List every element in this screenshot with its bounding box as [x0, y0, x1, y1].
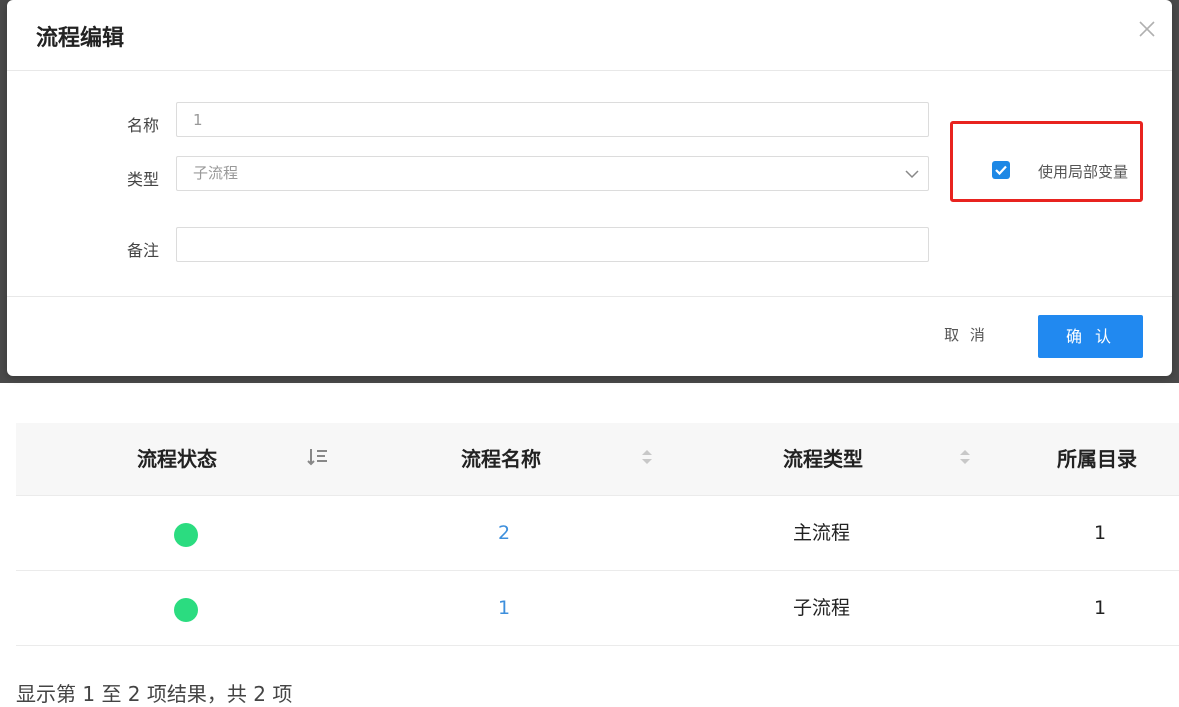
modal-title: 流程编辑 — [36, 26, 125, 51]
remark-input[interactable] — [176, 227, 929, 262]
header-type[interactable]: 流程类型 — [783, 423, 863, 495]
modal-footer: 取 消 确 认 — [7, 296, 1172, 377]
sort-descending-icon[interactable] — [306, 445, 330, 469]
process-name-link[interactable]: 1 — [498, 571, 510, 645]
table-row: 1 子流程 1 — [16, 571, 1179, 646]
process-directory: 1 — [1094, 522, 1107, 544]
process-type: 主流程 — [793, 522, 851, 544]
remark-label: 备注 — [126, 241, 159, 260]
process-edit-modal: 流程编辑 名称 类型 子流程 备注 使用局部变量 取 消 确 认 — [7, 0, 1172, 376]
status-indicator — [174, 523, 198, 547]
header-status[interactable]: 流程状态 — [137, 423, 217, 495]
status-indicator — [174, 598, 198, 622]
local-variable-checkbox[interactable] — [992, 161, 1010, 179]
type-select-value: 子流程 — [193, 164, 239, 182]
pagination-info: 显示第 1 至 2 项结果，共 2 项 — [16, 682, 293, 706]
close-icon[interactable] — [1136, 18, 1158, 40]
name-input[interactable] — [176, 102, 929, 137]
type-select[interactable]: 子流程 — [176, 156, 929, 191]
sort-toggle-icon[interactable] — [637, 445, 657, 469]
sort-toggle-icon[interactable] — [955, 445, 975, 469]
confirm-button[interactable]: 确 认 — [1038, 315, 1143, 358]
table-row: 2 主流程 1 — [16, 496, 1179, 571]
cancel-button[interactable]: 取 消 — [931, 315, 1001, 355]
modal-header: 流程编辑 — [7, 0, 1172, 71]
checkmark-icon — [995, 165, 1007, 176]
name-label: 名称 — [126, 116, 159, 135]
header-name[interactable]: 流程名称 — [461, 423, 541, 495]
process-type: 子流程 — [793, 597, 851, 619]
type-label: 类型 — [126, 170, 159, 189]
process-name-link[interactable]: 2 — [498, 496, 510, 570]
process-directory: 1 — [1094, 597, 1107, 619]
chevron-down-icon — [905, 170, 919, 179]
header-directory[interactable]: 所属目录 — [1057, 423, 1137, 495]
process-table: 流程状态 流程名称 流程类型 所属目录 2 主流程 1 1 子流程 1 — [16, 423, 1179, 646]
table-header: 流程状态 流程名称 流程类型 所属目录 — [16, 423, 1179, 496]
local-variable-label[interactable]: 使用局部变量 — [1038, 161, 1128, 182]
